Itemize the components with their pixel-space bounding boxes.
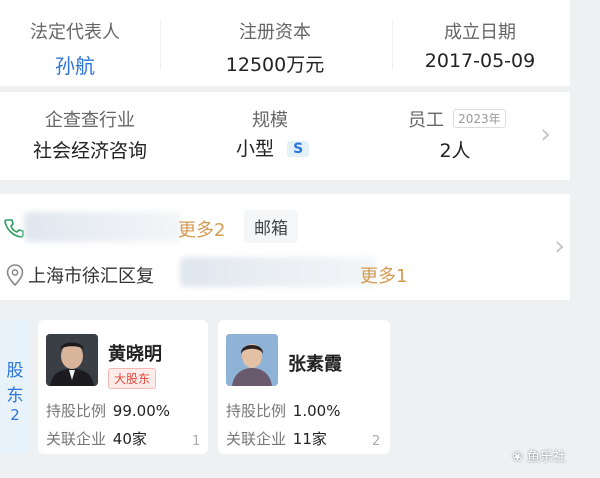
contact-card[interactable]: 更多2 邮箱 上海市徐汇区复 更多1 ›	[0, 194, 570, 300]
shareholder-card[interactable]: 张素霞 持股比例 1.00% 关联企业 11家 2	[218, 320, 390, 454]
shareholder-card[interactable]: 黄晓明 大股东 持股比例 99.00% 关联企业 40家 1	[38, 320, 208, 454]
shareholder-name: 张素霞	[288, 354, 342, 375]
scale-row: 小型 S	[236, 134, 356, 161]
phone-number-redacted	[24, 212, 182, 242]
industry-label: 企查查行业	[45, 110, 135, 131]
industry-value: 社会经济咨询	[32, 140, 147, 162]
card-index: 1	[192, 434, 201, 449]
legal-rep-label: 法定代表人	[30, 22, 120, 43]
avatar	[46, 334, 98, 386]
staff-label-row: 员工 2023年	[408, 106, 548, 132]
watermark-icon: ❀	[512, 450, 523, 465]
related-value[interactable]: 11家	[293, 430, 327, 448]
address-more-link[interactable]: 更多1	[360, 262, 407, 288]
related-label: 关联企业	[226, 430, 287, 448]
ratio-label: 持股比例	[46, 402, 107, 420]
related-row: 关联企业 40家	[46, 428, 147, 449]
ratio-row: 持股比例 1.00%	[226, 400, 340, 421]
major-shareholder-tag: 大股东	[108, 368, 157, 389]
staff-year-badge: 2023年	[453, 109, 506, 128]
watermark: ❀ 鱼乐社	[512, 446, 566, 465]
related-row: 关联企业 11家	[226, 428, 327, 449]
related-label: 关联企业	[46, 430, 107, 448]
ratio-value: 1.00%	[292, 402, 341, 420]
ratio-label: 持股比例	[226, 402, 287, 420]
email-button[interactable]: 邮箱	[244, 210, 298, 243]
staff-value: 2人	[439, 140, 471, 162]
established-label: 成立日期	[444, 22, 516, 43]
chevron-right-icon[interactable]: ›	[540, 120, 551, 148]
shareholder-name: 黄晓明	[108, 344, 162, 365]
capital-label: 注册资本	[239, 22, 311, 43]
scale-label: 规模	[252, 110, 288, 131]
scale-value: 小型	[236, 138, 275, 160]
address-redacted	[180, 257, 376, 287]
shareholder-count: 2	[10, 406, 20, 424]
phone-icon	[4, 218, 24, 238]
phone-more-link[interactable]: 更多2	[178, 216, 225, 242]
industry-card[interactable]: 企查查行业 社会经济咨询 规模 小型 S 员工 2023年 2人 ›	[0, 92, 570, 180]
staff-label: 员工	[408, 110, 444, 131]
established-value: 2017-05-09	[424, 50, 536, 72]
side-label-char-1: 股	[6, 361, 24, 381]
location-icon	[6, 264, 24, 287]
scale-badge[interactable]: S	[287, 141, 310, 157]
card-index: 2	[372, 434, 381, 449]
ratio-row: 持股比例 99.00%	[46, 400, 170, 421]
shareholders-section: 股 东 2 黄晓明 大股东 持股比例 99.00% 关联企业 40家 1 张素霞…	[0, 316, 600, 478]
basic-info-card: 法定代表人 孙航 注册资本 12500万元 成立日期 2017-05-09	[0, 0, 570, 86]
side-label-char-2: 东	[6, 386, 24, 406]
legal-rep-link[interactable]: 孙航	[0, 50, 150, 79]
chevron-right-icon[interactable]: ›	[554, 232, 565, 260]
related-value[interactable]: 40家	[113, 430, 147, 448]
watermark-text: 鱼乐社	[527, 450, 567, 465]
shareholders-side-label[interactable]: 股 东 2	[0, 320, 30, 454]
avatar	[226, 334, 278, 386]
ratio-value: 99.00%	[112, 402, 170, 420]
address-text: 上海市徐汇区复	[28, 266, 154, 287]
capital-value: 12500万元	[225, 54, 325, 76]
